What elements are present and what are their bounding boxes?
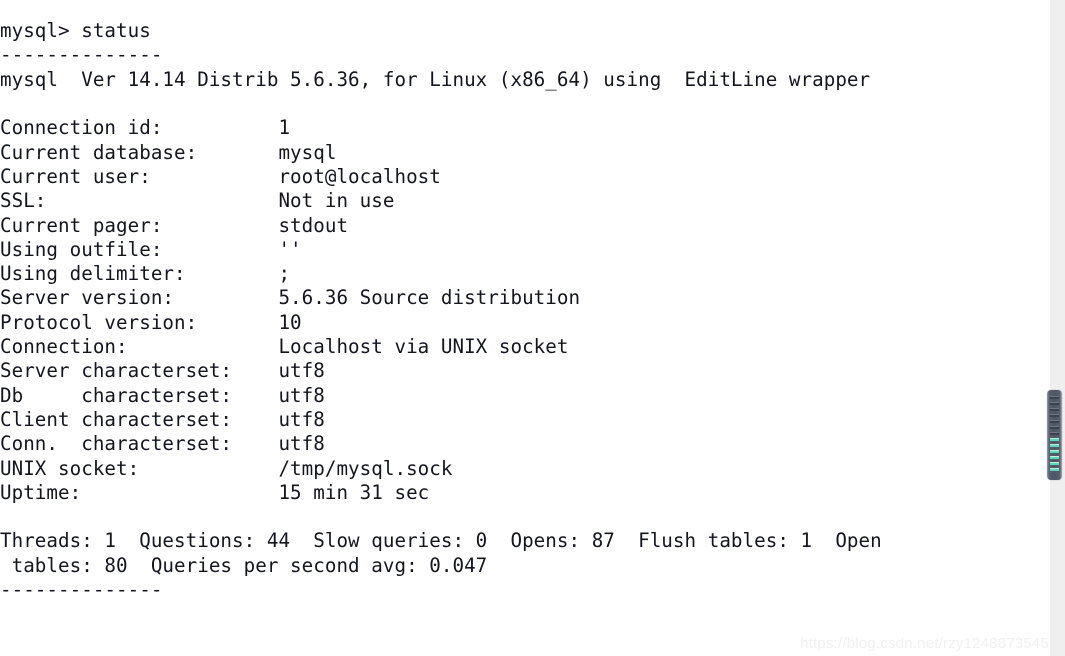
terminal-line-protocol-version: Protocol version: 10 — [0, 310, 302, 334]
terminal-line-db-charset: Db characterset: utf8 — [0, 383, 325, 407]
terminal-line-unix-socket: UNIX socket: /tmp/mysql.sock — [0, 456, 453, 480]
scroll-segment — [1050, 402, 1059, 405]
terminal-line-using-delimiter: Using delimiter: ; — [0, 262, 291, 286]
terminal-line-server-version: Server version: 5.6.36 Source distributi… — [0, 286, 581, 310]
scroll-segment — [1050, 414, 1059, 417]
terminal-line-current-pager: Current pager: stdout — [0, 213, 349, 237]
scrollbar-thumb[interactable] — [1047, 390, 1062, 480]
scroll-segment-lit — [1050, 450, 1059, 453]
terminal-line-conn-charset: Conn. characterset: utf8 — [0, 432, 325, 456]
terminal-line-stats-1: Threads: 1 Questions: 44 Slow queries: 0… — [0, 529, 882, 553]
terminal-line-current-database: Current database: mysql — [0, 140, 337, 164]
terminal-line-connection-id: Connection id: 1 — [0, 116, 291, 140]
scroll-segment-lit — [1050, 462, 1059, 465]
scroll-segment — [1050, 396, 1059, 399]
terminal-line-using-outfile: Using outfile: '' — [0, 237, 302, 261]
terminal-line-current-user: Current user: root@localhost — [0, 164, 441, 188]
scroll-segment — [1050, 426, 1059, 429]
scroll-segment-lit — [1050, 438, 1059, 441]
terminal-line-separator-top: -------------- — [0, 43, 163, 67]
terminal-screenshot: mysql> status -------------- mysql Ver 1… — [0, 0, 1065, 656]
terminal-line-uptime: Uptime: 15 min 31 sec — [0, 480, 430, 504]
terminal-console[interactable]: mysql> status -------------- mysql Ver 1… — [0, 19, 1050, 656]
scroll-segment — [1050, 408, 1059, 411]
terminal-line-ssl: SSL: Not in use — [0, 189, 395, 213]
terminal-line-prompt: mysql> status — [0, 19, 151, 43]
terminal-line-connection: Connection: Localhost via UNIX socket — [0, 335, 569, 359]
scrollbar-track[interactable] — [1050, 0, 1065, 656]
terminal-line-client-charset: Client characterset: utf8 — [0, 407, 325, 431]
scroll-segment — [1050, 420, 1059, 423]
scroll-segment-lit — [1050, 444, 1059, 447]
scroll-segment-lit — [1050, 468, 1059, 471]
terminal-line-server-charset: Server characterset: utf8 — [0, 359, 325, 383]
terminal-line-banner: mysql Ver 14.14 Distrib 5.6.36, for Linu… — [0, 67, 871, 91]
scroll-segment-lit — [1050, 456, 1059, 459]
terminal-line-separator-bottom: -------------- — [0, 578, 163, 602]
scroll-segment — [1050, 432, 1059, 435]
terminal-line-stats-2: tables: 80 Queries per second avg: 0.047 — [0, 553, 488, 577]
